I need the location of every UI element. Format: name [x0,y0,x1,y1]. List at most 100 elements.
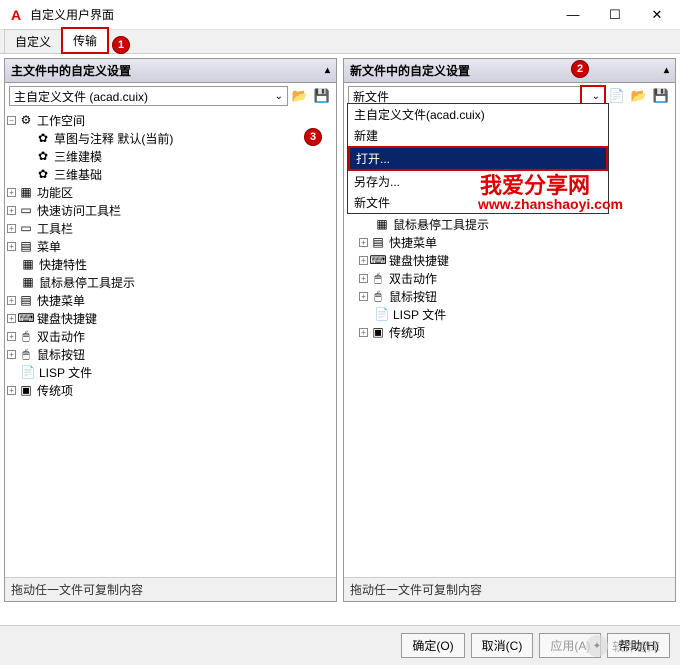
corner-watermark-text: 软件智库 [612,638,660,655]
tree-label[interactable]: LISP 文件 [393,306,446,323]
gear-icon: ✿ [35,166,51,182]
expander-icon[interactable]: + [7,188,16,197]
props-icon: ▦ [20,256,36,272]
expander-icon[interactable]: + [7,206,16,215]
left-combo-text: 主自定义文件 (acad.cuix) [14,88,148,105]
right-footer: 拖动任一文件可复制内容 [344,577,675,601]
mouse-icon: 🖱 [18,346,34,362]
window-title: 自定义用户界面 [30,6,558,23]
file-icon: 📄 [20,364,36,380]
tree-label[interactable]: 三维建模 [54,148,102,165]
left-toolbar: 主自定义文件 (acad.cuix) ⌄ 📂 💾 [5,83,336,109]
tree-label[interactable]: 双击动作 [37,328,85,345]
open-icon[interactable]: 📂 [629,86,649,106]
open-icon[interactable]: 📂 [290,86,310,106]
expander-icon[interactable]: + [7,314,16,323]
dropdown-option-main[interactable]: 主自定义文件(acad.cuix) [348,104,608,125]
left-footer: 拖动任一文件可复制内容 [5,577,336,601]
cancel-button[interactable]: 取消(C) [471,633,534,658]
dialog-button-bar: 确定(O) 取消(C) 应用(A) 帮助(H) [0,625,680,665]
tree-label[interactable]: 鼠标按钮 [389,288,437,305]
app-icon: A [8,7,24,23]
maximize-button[interactable]: ☐ [600,5,630,25]
tree-label[interactable]: 快捷菜单 [389,234,437,251]
gear-icon: ⚙ [18,112,34,128]
annotation-marker-1: 1 [112,36,130,54]
tree-label[interactable]: 工作空间 [37,112,85,129]
folder-icon: ▦ [18,184,34,200]
dropdown-option-new[interactable]: 新建 [348,125,608,146]
gear-icon: ✿ [35,130,51,146]
annotation-marker-3: 3 [304,128,322,146]
folder-icon: ▣ [370,324,386,340]
tab-transfer[interactable]: 传输 [61,27,109,54]
tree-label[interactable]: 双击动作 [389,270,437,287]
chevron-down-icon: ⌄ [592,91,600,102]
tooltip-icon: ▦ [374,216,390,232]
expander-icon[interactable]: + [7,332,16,341]
expander-icon[interactable]: + [359,274,368,283]
menu-icon: ▤ [18,238,34,254]
tree-label[interactable]: 鼠标按钮 [37,346,85,363]
main-area: 主文件中的自定义设置 ▴ 主自定义文件 (acad.cuix) ⌄ 📂 💾 −⚙… [0,54,680,606]
expander-icon[interactable]: + [7,350,16,359]
minimize-button[interactable]: — [558,5,588,25]
left-panel: 主文件中的自定义设置 ▴ 主自定义文件 (acad.cuix) ⌄ 📂 💾 −⚙… [4,58,337,602]
expander-icon[interactable]: + [7,224,16,233]
collapse-icon[interactable]: ▴ [664,65,669,76]
tree-label[interactable]: 传统项 [37,382,73,399]
file-dropdown[interactable]: 主自定义文件(acad.cuix) 新建 打开... 另存为... 新文件 [347,103,609,214]
tree-label[interactable]: 功能区 [37,184,73,201]
tree-label[interactable]: 快速访问工具栏 [37,202,121,219]
tree-label[interactable]: 鼠标悬停工具提示 [39,274,135,291]
gear-icon: ✿ [35,148,51,164]
tree-label[interactable]: LISP 文件 [39,364,92,381]
toolbar-icon: ▭ [18,220,34,236]
expander-icon[interactable]: + [359,256,368,265]
new-icon[interactable]: 📄 [607,86,627,106]
keyboard-icon: ⌨ [18,310,34,326]
tab-customize[interactable]: 自定义 [4,29,62,53]
left-tree[interactable]: −⚙工作空间 ✿草图与注释 默认(当前) ✿三维建模 ✿三维基础 +▦功能区 +… [5,109,336,577]
save-icon[interactable]: 💾 [312,86,332,106]
right-header-text: 新文件中的自定义设置 [350,62,470,79]
expander-icon[interactable]: + [7,296,16,305]
expander-icon[interactable]: + [359,328,368,337]
tree-label[interactable]: 传统项 [389,324,425,341]
expander-icon[interactable]: − [7,116,16,125]
expander-icon[interactable]: + [7,386,16,395]
dropdown-option-newfile[interactable]: 新文件 [348,192,608,213]
mouse-icon: 🖱 [370,270,386,286]
close-button[interactable]: ✕ [642,5,672,25]
tree-label[interactable]: 工具栏 [37,220,73,237]
chevron-down-icon: ⌄ [275,91,283,102]
tree-label[interactable]: 菜单 [37,238,61,255]
tree-label[interactable]: 键盘快捷键 [389,252,449,269]
tree-label[interactable]: 鼠标悬停工具提示 [393,216,489,233]
left-panel-header: 主文件中的自定义设置 ▴ [5,59,336,83]
left-file-combo[interactable]: 主自定义文件 (acad.cuix) ⌄ [9,86,288,106]
save-icon[interactable]: 💾 [651,86,671,106]
tree-label[interactable]: 草图与注释 默认(当前) [54,130,173,147]
title-bar: A 自定义用户界面 — ☐ ✕ [0,0,680,30]
mouse-icon: 🖱 [370,288,386,304]
toolbar-icon: ▭ [18,202,34,218]
expander-icon[interactable]: + [359,292,368,301]
tree-label[interactable]: 快捷特性 [39,256,87,273]
file-icon: 📄 [374,306,390,322]
ok-button[interactable]: 确定(O) [401,633,464,658]
left-header-text: 主文件中的自定义设置 [11,62,131,79]
tree-label[interactable]: 键盘快捷键 [37,310,97,327]
right-panel: 新文件中的自定义设置 ▴ 新文件 ⌄ 📄 📂 💾 主自定义文件(acad.cui… [343,58,676,602]
menu-icon: ▤ [18,292,34,308]
tree-label[interactable]: 三维基础 [54,166,102,183]
expander-icon[interactable]: + [7,242,16,251]
tab-bar: 自定义 传输 [0,30,680,54]
collapse-icon[interactable]: ▴ [325,65,330,76]
mouse-icon: 🖱 [18,328,34,344]
menu-icon: ▤ [370,234,386,250]
dropdown-option-open[interactable]: 打开... [348,146,608,171]
tree-label[interactable]: 快捷菜单 [37,292,85,309]
dropdown-option-saveas[interactable]: 另存为... [348,171,608,192]
expander-icon[interactable]: + [359,238,368,247]
